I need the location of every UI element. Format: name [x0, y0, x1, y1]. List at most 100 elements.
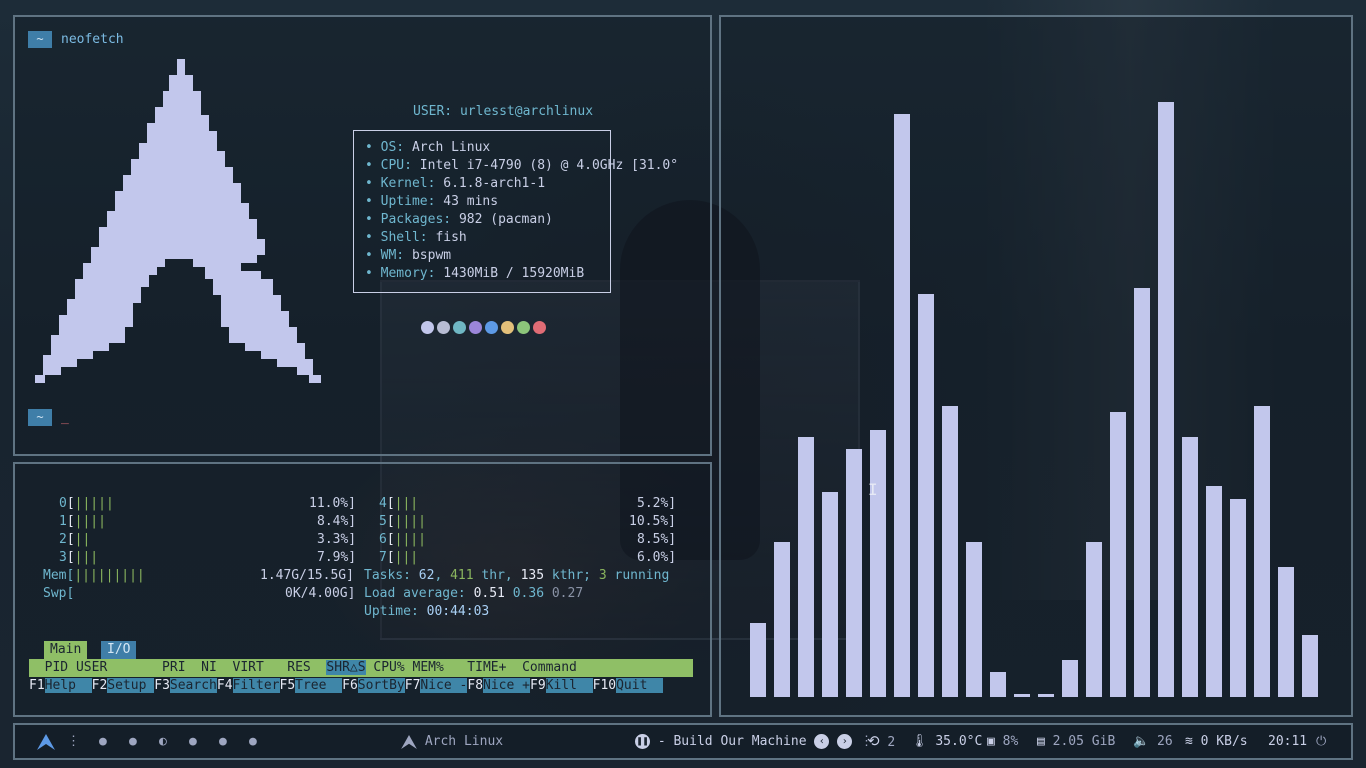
visualizer-bar	[918, 294, 934, 697]
cpu-meter-3-value: 7.9%]	[317, 550, 357, 565]
neofetch-row: • Uptime: 43 mins	[365, 194, 499, 209]
visualizer-bar	[798, 437, 814, 697]
fkey-f5[interactable]: F5	[280, 678, 296, 693]
cpu-meter-0: 0[|||||	[59, 496, 114, 511]
visualizer-bar	[1230, 499, 1246, 697]
fkey-f4[interactable]: F4	[217, 678, 233, 693]
visualizer-bar	[966, 542, 982, 697]
pause-icon[interactable]: ❚❚	[635, 734, 650, 749]
visualizer-bar	[750, 623, 766, 697]
terminal-window[interactable]: ~ neofetch USER: urlesst@archlinux • OS:…	[13, 15, 712, 456]
visualizer-bar	[1158, 102, 1174, 697]
visualizer-bar	[870, 430, 886, 697]
tab-io[interactable]: I/O	[101, 641, 137, 659]
window-title-text: Arch Linux	[424, 734, 504, 749]
fkey-f2[interactable]: F2	[92, 678, 108, 693]
workspace-1[interactable]: ●	[99, 725, 107, 758]
wifi-icon: ≋	[1185, 734, 1193, 749]
header-sort-column[interactable]: SHR△S	[326, 660, 366, 675]
cpu-icon: ▣	[987, 734, 995, 749]
next-icon[interactable]: ›	[837, 734, 853, 749]
color-swatch	[485, 321, 498, 334]
fkey-label[interactable]: Setup	[107, 678, 155, 693]
tab-main[interactable]: Main	[44, 641, 88, 659]
prompt-command: neofetch	[61, 32, 124, 47]
fkey-f8[interactable]: F8	[467, 678, 483, 693]
fkey-f10[interactable]: F10	[593, 678, 616, 693]
volume-module[interactable]: 🔈 26	[1133, 725, 1173, 758]
color-swatch	[517, 321, 530, 334]
arch-logo-icon	[35, 59, 321, 383]
fkey-label[interactable]: Nice -	[420, 678, 468, 693]
cpu-meter-2-value: 3.3%]	[317, 532, 357, 547]
fkey-label[interactable]: Nice +	[483, 678, 530, 693]
window-title: Arch Linux	[401, 725, 503, 758]
visualizer-bar	[1206, 486, 1222, 697]
fkey-label[interactable]: Quit	[616, 678, 664, 693]
cpu-meter-4-value: 5.2%]	[637, 496, 677, 511]
menu-dots-icon[interactable]: ⋮	[67, 725, 80, 758]
fkey-f9[interactable]: F9	[530, 678, 546, 693]
thermometer-icon: 🌡	[911, 734, 928, 749]
fkey-label[interactable]: Filter	[232, 678, 280, 693]
visualizer-bars	[721, 17, 1351, 715]
fkey-label[interactable]: SortBy	[357, 678, 405, 693]
status-bar: ⋮ ● ● ◐ ● ● ● Arch Linux ❚❚ - Build Our Machi…	[13, 723, 1353, 760]
workspace-5[interactable]: ●	[219, 725, 227, 758]
color-swatch	[437, 321, 450, 334]
arch-launcher-icon[interactable]	[37, 725, 55, 758]
temperature-module: 🌡 35.0°C	[911, 734, 983, 749]
visualizer-bar	[1014, 694, 1030, 697]
neofetch-row: • Memory: 1430MiB / 15920MiB	[365, 266, 585, 281]
cpu-meter-1-value: 8.4%]	[317, 514, 357, 529]
visualizer-bar	[1110, 412, 1126, 697]
workspace-3[interactable]: ◐	[159, 725, 167, 758]
color-swatches	[421, 321, 546, 334]
fkey-label[interactable]: Tree	[295, 678, 343, 693]
color-swatch	[533, 321, 546, 334]
power-icon[interactable]: ⏻	[1316, 725, 1326, 758]
speaker-icon: 🔈	[1133, 734, 1150, 749]
neofetch-user: USER: urlesst@archlinux	[413, 104, 593, 119]
mem-meter: Mem[|||||||||	[43, 568, 145, 583]
fkey-f3[interactable]: F3	[154, 678, 170, 693]
cpu-meter-5: 5[||||	[379, 514, 426, 529]
fkey-f1[interactable]: F1	[29, 678, 45, 693]
visualizer-bar	[1302, 635, 1318, 697]
visualizer-bar	[846, 449, 862, 697]
visualizer-bar	[1278, 567, 1294, 697]
neofetch-row: • OS: Arch Linux	[365, 140, 491, 155]
fkey-label[interactable]: Kill	[545, 678, 593, 693]
media-player: ❚❚ - Build Our Machine ‹ › ⋮	[635, 725, 873, 758]
terminal-cursor[interactable]: _	[61, 410, 69, 425]
visualizer-bar	[1254, 406, 1270, 697]
htop-window[interactable]: 0[||||| 11.0%] 1[|||| 8.4%] 2[|| 3.3%] 3…	[13, 462, 712, 717]
cpu-meter-6-value: 8.5%]	[637, 532, 677, 547]
workspace-2[interactable]: ●	[129, 725, 137, 758]
fkey-label[interactable]: Help	[44, 678, 92, 693]
process-table-header[interactable]: PID USER PRI NI VIRT RES SHR△S CPU% MEM%…	[29, 659, 693, 677]
swap-meter: Swp[	[43, 586, 75, 601]
fkey-f7[interactable]: F7	[405, 678, 421, 693]
visualizer-bar	[1182, 437, 1198, 697]
media-title: - Build Our Machine	[657, 734, 807, 749]
cpu-meter-6: 6[||||	[379, 532, 426, 547]
visualizer-bar	[1086, 542, 1102, 697]
workspace-6[interactable]: ●	[249, 725, 257, 758]
network-module[interactable]: ≋ 0 KB/s	[1185, 725, 1248, 758]
memory-module: ▤ 2.05 GiB	[1037, 734, 1116, 749]
cpu-meter-2: 2[||	[59, 532, 91, 547]
load-average-line: Load average: 0.51 0.36 0.27	[364, 586, 584, 601]
function-key-bar: F1Help F2Setup F3SearchF4FilterF5Tree F6…	[29, 677, 664, 695]
color-swatch	[469, 321, 482, 334]
updates-module[interactable]: ⟲ 2	[867, 725, 895, 758]
previous-icon[interactable]: ‹	[814, 734, 830, 749]
neofetch-row: • CPU: Intel i7-4790 (8) @ 4.0GHz [31.0°	[365, 158, 679, 173]
fkey-f6[interactable]: F6	[342, 678, 358, 693]
workspace-4[interactable]: ●	[189, 725, 197, 758]
fkey-label[interactable]: Search	[169, 678, 217, 693]
cpu-module: ▣ 8%	[987, 734, 1019, 749]
clock: 20:11	[1268, 734, 1308, 749]
cpu-meter-1: 1[||||	[59, 514, 106, 529]
visualizer-bar	[774, 542, 790, 697]
